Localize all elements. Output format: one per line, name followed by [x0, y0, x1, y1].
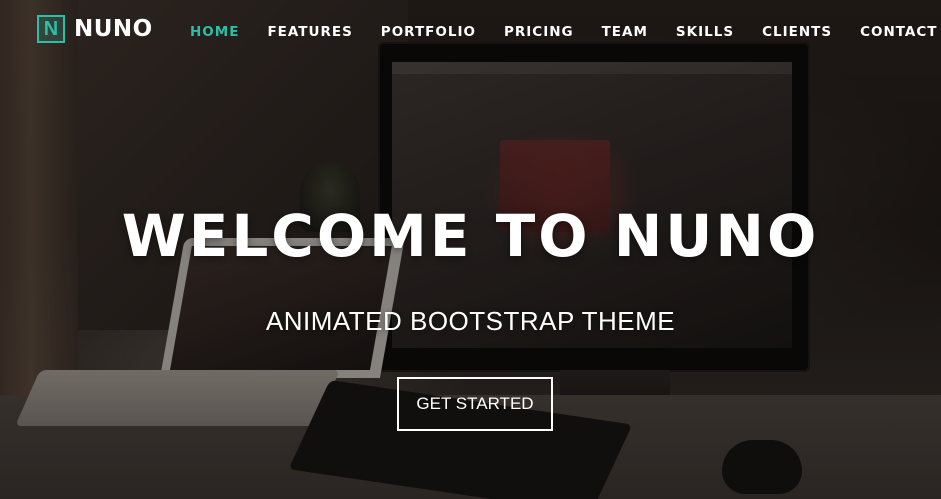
nav-item-portfolio: PORTFOLIO — [381, 23, 476, 41]
nav-link-skills[interactable]: SKILLS — [676, 24, 734, 40]
nav-item-pricing: PRICING — [504, 23, 574, 41]
hero-section: N NUNO HOME FEATURES PORTFOLIO PRICING T… — [0, 0, 941, 499]
hero-content: WELCOME TO NUNO ANIMATED BOOTSTRAP THEME… — [0, 0, 941, 499]
nav-item-features: FEATURES — [267, 23, 352, 41]
nav-link-pricing[interactable]: PRICING — [504, 24, 574, 40]
nav-item-team: TEAM — [602, 23, 648, 41]
nav-link-clients[interactable]: CLIENTS — [762, 24, 832, 40]
nav-link-home[interactable]: HOME — [190, 24, 239, 40]
nav-item-clients: CLIENTS — [762, 23, 832, 41]
nav-item-contact: CONTACT — [860, 23, 937, 41]
nav-link-contact[interactable]: CONTACT — [860, 24, 937, 40]
nav-item-skills: SKILLS — [676, 23, 734, 41]
navbar: N NUNO HOME FEATURES PORTFOLIO PRICING T… — [0, 0, 941, 64]
hero-title: WELCOME TO NUNO — [121, 202, 820, 270]
brand-logo-letter: N — [43, 18, 59, 40]
hero-subtitle: ANIMATED BOOTSTRAP THEME — [265, 306, 676, 336]
nav-link-features[interactable]: FEATURES — [267, 24, 352, 40]
get-started-button[interactable]: GET STARTED — [397, 377, 553, 431]
brand-name: NUNO — [74, 16, 153, 42]
brand-logo-icon: N — [37, 15, 65, 43]
nav-link-team[interactable]: TEAM — [602, 24, 648, 40]
nav-item-home: HOME — [190, 23, 239, 41]
brand-link[interactable]: N NUNO — [37, 15, 153, 43]
nav-link-portfolio[interactable]: PORTFOLIO — [381, 24, 476, 40]
nav-menu: HOME FEATURES PORTFOLIO PRICING TEAM SKI… — [190, 0, 937, 64]
